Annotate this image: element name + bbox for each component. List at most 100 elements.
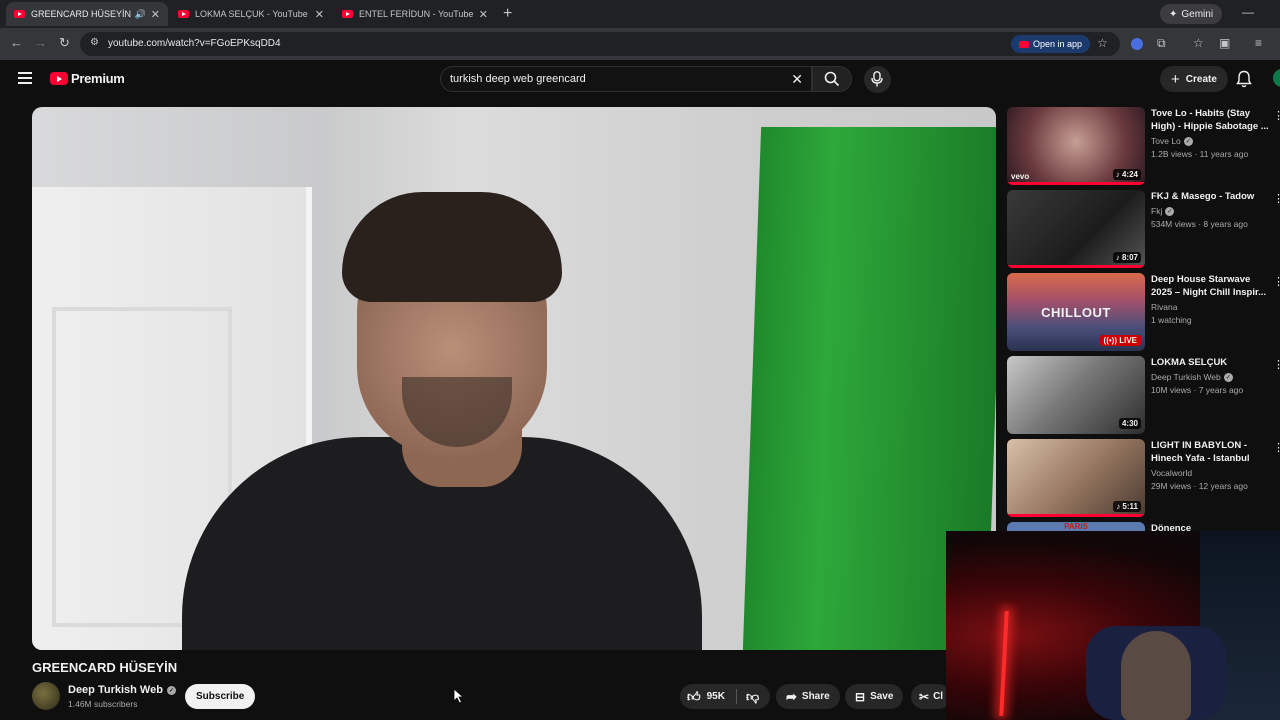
recommendation-title[interactable]: LOKMA SELÇUK — [1151, 356, 1269, 369]
youtube-favicon-icon — [14, 10, 25, 18]
tab-title: LOKMA SELÇUK - YouTube — [195, 9, 308, 19]
more-options-icon[interactable]: ⋮ — [1273, 109, 1280, 122]
youtube-premium-logo[interactable]: Premium — [50, 71, 125, 86]
video-frame-hair — [342, 192, 562, 302]
tab-entel[interactable]: ENTEL FERİDUN - YouTube ✕ — [334, 2, 496, 26]
recommendation-channel[interactable]: Vocalworld — [1151, 468, 1192, 478]
hamburger-menu-icon[interactable] — [18, 72, 32, 87]
gemini-label: Gemini — [1181, 8, 1214, 20]
verified-badge-icon: ✓ — [166, 685, 176, 695]
channel-avatar[interactable] — [32, 682, 60, 710]
recommendation-title[interactable]: LIGHT IN BABYLON - Hinech Yafa - Istanbu… — [1151, 439, 1269, 465]
create-button[interactable]: + Create — [1160, 66, 1228, 92]
video-player[interactable] — [32, 107, 996, 650]
open-in-app-button[interactable]: Open in app — [1011, 35, 1091, 53]
search-button[interactable] — [812, 66, 852, 92]
close-tab-icon[interactable]: ✕ — [151, 8, 160, 21]
recommendation-title[interactable]: Deep House Starwave 2025 – Night Chill I… — [1151, 273, 1269, 299]
close-tab-icon[interactable]: ✕ — [479, 8, 488, 21]
extensions-puzzle-icon[interactable]: ⧉ — [1157, 36, 1166, 51]
vevo-badge: vevo — [1011, 172, 1030, 181]
tab-greencard[interactable]: GREENCARD HÜSEYİN - Yo 🔊 ✕ — [6, 2, 168, 26]
back-arrow-icon[interactable]: ← — [10, 35, 23, 50]
like-button[interactable]: 👍︎ 95K — [680, 689, 736, 705]
duration-text: 8:07 — [1121, 253, 1138, 262]
recommendation-channel[interactable]: Deep Turkish Web — [1151, 372, 1221, 382]
thumbnail-text: PARIS — [1064, 522, 1088, 531]
notifications-bell-icon[interactable] — [1236, 70, 1252, 88]
video-title: GREENCARD HÜSEYİN — [32, 660, 178, 675]
search-input[interactable] — [450, 71, 780, 87]
watched-progress-bar — [1007, 514, 1145, 517]
video-thumbnail[interactable]: ♪ 8:07 — [1007, 190, 1145, 268]
thumbs-down-icon: 👎︎ — [746, 688, 760, 704]
mouse-cursor-icon — [453, 688, 465, 704]
create-label: Create — [1185, 73, 1217, 85]
video-duration: 4:30 — [1118, 418, 1141, 429]
menu-icon[interactable]: ≡ — [1255, 36, 1262, 50]
youtube-favicon-icon — [342, 10, 353, 18]
tab-search-icon[interactable]: ▣ — [1219, 36, 1230, 50]
more-options-icon[interactable]: ⋮ — [1273, 358, 1280, 371]
close-tab-icon[interactable]: ✕ — [315, 8, 324, 21]
open-in-app-label: Open in app — [1033, 39, 1083, 49]
address-bar[interactable]: ⚙ youtube.com/watch?v=FGoEPKsqDD4 — [80, 32, 1120, 56]
recommendation-title[interactable]: FKJ & Masego - Tadow — [1151, 190, 1269, 203]
bookmarks-icon[interactable]: ☆ — [1193, 36, 1204, 50]
subscribe-button[interactable]: Subscribe — [185, 684, 256, 709]
minimize-icon[interactable]: — — [1242, 5, 1254, 19]
recommendation-channel[interactable]: Tove Lo — [1151, 136, 1181, 146]
more-options-icon[interactable]: ⋮ — [1273, 192, 1280, 205]
verified-badge-icon: ✓ — [1183, 136, 1193, 146]
speaker-icon[interactable]: 🔊 — [135, 9, 146, 20]
video-thumbnail[interactable]: vevo ♪ 4:24 — [1007, 107, 1145, 185]
recommendation-title[interactable]: Dönence — [1151, 522, 1269, 531]
save-button[interactable]: ⊟ Save — [845, 684, 904, 709]
voice-search-button[interactable] — [864, 66, 891, 93]
recommendation-channel[interactable]: Rivana — [1151, 302, 1177, 312]
youtube-app-icon — [1019, 40, 1029, 48]
live-badge: ((•)) LIVE — [1099, 335, 1141, 346]
gemini-sparkle-icon: ✦ — [1169, 8, 1178, 20]
subscriber-count: 1.46M subscribers — [68, 699, 138, 709]
recommendation-item[interactable]: ♪ 5:11 LIGHT IN BABYLON - Hinech Yafa - … — [1007, 439, 1280, 519]
gemini-button[interactable]: ✦ Gemini — [1160, 4, 1223, 24]
verified-badge-icon: ✓ — [1223, 372, 1233, 382]
recommendation-channel[interactable]: Fkj — [1151, 206, 1162, 216]
forward-arrow-icon[interactable]: → — [34, 35, 47, 50]
bookmark-star-icon[interactable]: ☆ — [1097, 36, 1108, 50]
tab-title: ENTEL FERİDUN - YouTube — [359, 9, 474, 19]
duration-text: 4:24 — [1121, 170, 1138, 179]
dislike-button[interactable]: 👎︎ — [737, 689, 759, 705]
recommendation-item[interactable]: 4:30 LOKMA SELÇUK Deep Turkish Web ✓ 10M … — [1007, 356, 1280, 436]
video-thumbnail[interactable]: PARIS — [1007, 522, 1145, 531]
recommendation-meta: 534M views · 8 years ago — [1151, 219, 1248, 229]
video-thumbnail[interactable]: CHILLOUT ((•)) LIVE — [1007, 273, 1145, 351]
save-label: Save — [870, 691, 894, 702]
new-tab-icon[interactable]: + — [503, 5, 512, 23]
more-options-icon[interactable]: ⋮ — [1273, 441, 1280, 454]
tab-lokma[interactable]: LOKMA SELÇUK - YouTube ✕ — [170, 2, 332, 26]
reload-icon[interactable]: ↻ — [59, 35, 70, 51]
video-duration: ♪ 4:24 — [1112, 169, 1141, 180]
recommendation-item[interactable]: ♪ 8:07 FKJ & Masego - Tadow Fkj ✓ 534M vi… — [1007, 190, 1280, 270]
url-text: youtube.com/watch?v=FGoEPKsqDD4 — [108, 38, 281, 49]
clear-search-icon[interactable]: ✕ — [791, 71, 803, 88]
extension-icon[interactable] — [1131, 38, 1143, 50]
recommendation-item[interactable]: CHILLOUT ((•)) LIVE Deep House Starwave … — [1007, 273, 1280, 353]
microphone-icon — [871, 71, 883, 87]
live-broadcast-icon: ((•)) — [1103, 336, 1120, 345]
share-button[interactable]: ➦ Share — [776, 684, 840, 709]
live-label: LIVE — [1119, 336, 1137, 345]
site-info-icon[interactable]: ⚙ — [90, 37, 99, 48]
video-thumbnail[interactable]: ♪ 5:11 — [1007, 439, 1145, 517]
more-options-icon[interactable]: ⋮ — [1273, 275, 1280, 288]
bookmark-icon: ⊟ — [855, 689, 866, 704]
tab-title: GREENCARD HÜSEYİN - Yo — [31, 9, 131, 19]
video-thumbnail[interactable]: 4:30 — [1007, 356, 1145, 434]
recommendation-item[interactable]: PARIS Dönence — [1007, 522, 1280, 531]
recommendation-item[interactable]: vevo ♪ 4:24 Tove Lo - Habits (Stay High)… — [1007, 107, 1280, 187]
channel-name-link[interactable]: Deep Turkish Web ✓ — [68, 684, 176, 696]
plus-icon: + — [1171, 70, 1180, 88]
recommendation-title[interactable]: Tove Lo - Habits (Stay High) - Hippie Sa… — [1151, 107, 1269, 133]
